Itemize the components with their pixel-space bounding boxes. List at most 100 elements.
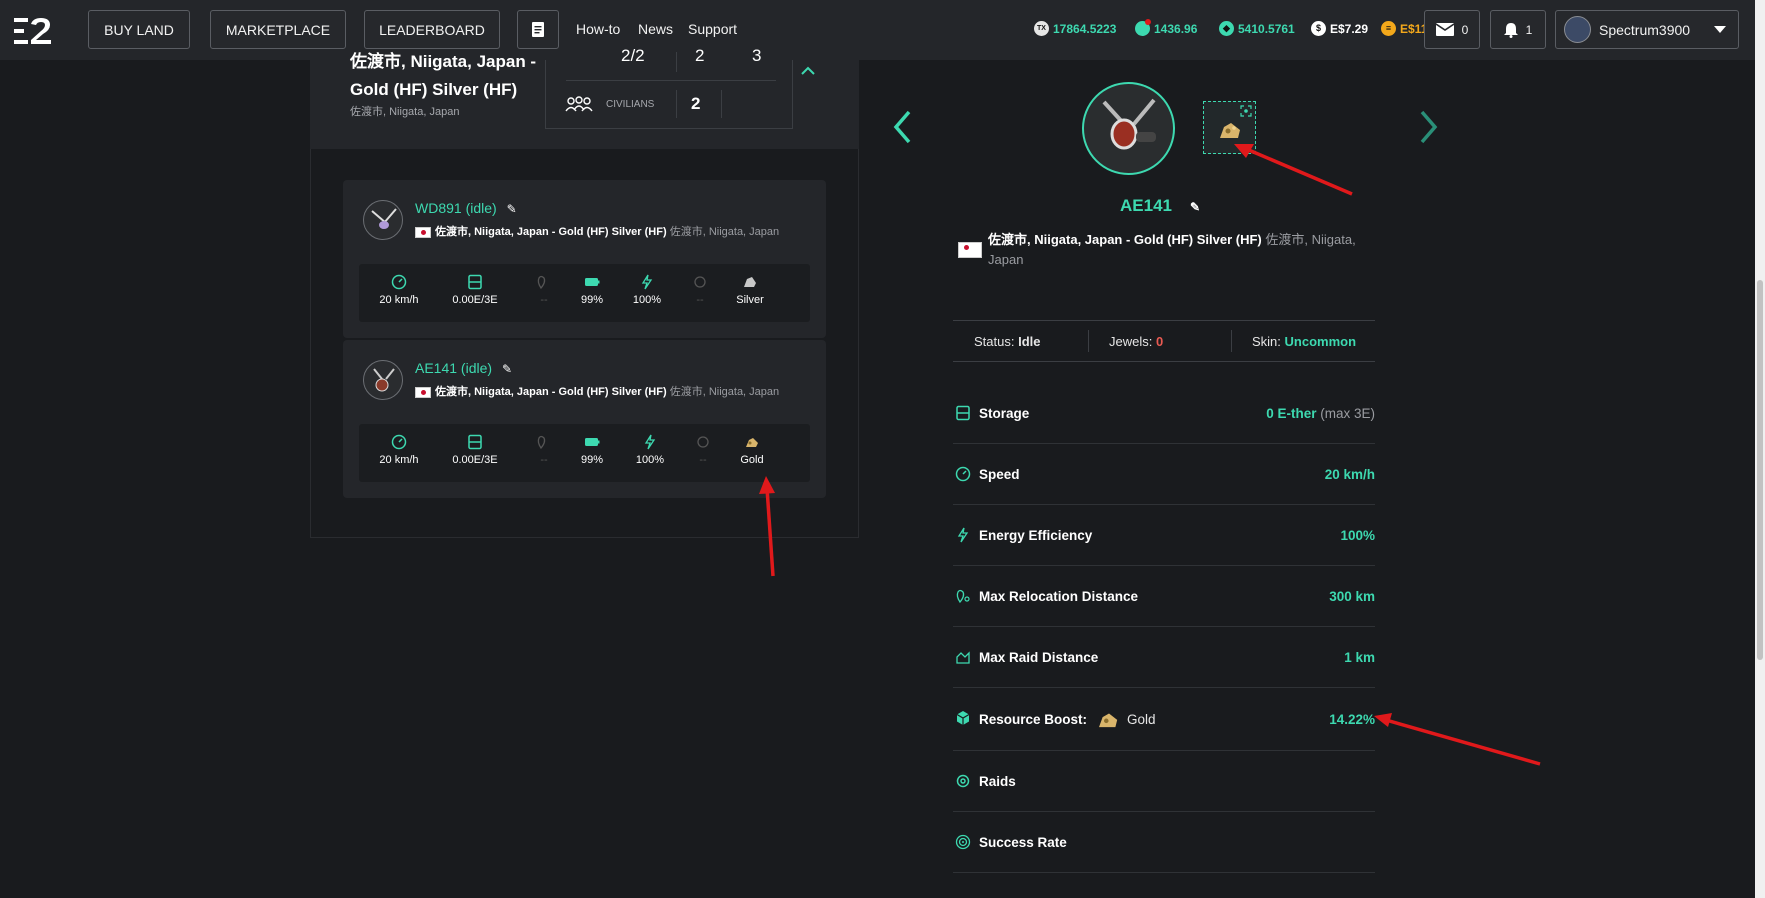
chevron-right-icon[interactable] — [1420, 110, 1438, 144]
stat-resource-value: Gold — [740, 454, 764, 466]
unit-location-main: 佐渡市, Niigata, Japan - Gold (HF) Silver (… — [435, 226, 667, 238]
land-stats-box: 2/2 2 3 CIVILIANS 2 — [545, 46, 793, 129]
stat-speed: 20 km/h — [369, 264, 429, 322]
leaderboard-button[interactable]: LEADERBOARD — [364, 10, 500, 49]
energy-icon — [641, 274, 653, 290]
unit-avatar — [363, 360, 403, 400]
row-label: Success Rate — [979, 834, 1067, 850]
chevron-up-icon[interactable] — [801, 66, 815, 75]
chevron-left-icon[interactable] — [893, 110, 911, 144]
land-subtitle: 佐渡市, Niigata, Japan — [350, 106, 460, 118]
buy-land-button[interactable]: BUY LAND — [88, 10, 190, 49]
battery-icon — [585, 278, 600, 286]
notification-count: 1 — [1525, 22, 1533, 37]
wallet-green[interactable]: ◆ 5410.5761 — [1219, 21, 1295, 36]
document-icon — [532, 22, 544, 37]
row-label: Max Relocation Distance — [979, 588, 1139, 604]
drone-icon — [371, 208, 397, 229]
location-pin-icon — [537, 275, 546, 290]
howto-link[interactable]: How-to — [576, 21, 620, 37]
stat-storage: 0.00E/3E — [442, 264, 508, 322]
unit-stats-bar: 20 km/h 0.00E/3E -- 99% 100% -- Silver — [359, 264, 810, 322]
unit-card-ae141[interactable]: AE141 (idle) ✎ 佐渡市, Niigata, Japan - Gol… — [343, 340, 826, 498]
wallet-badge[interactable]: 1436.96 — [1135, 19, 1197, 36]
user-menu[interactable]: Spectrum3900 — [1555, 10, 1739, 49]
stat-relocation-value: -- — [540, 454, 548, 466]
unit-location: 佐渡市, Niigata, Japan - Gold (HF) Silver (… — [415, 383, 779, 399]
unit-detail-name: AE141 ✎ — [1120, 196, 1200, 216]
unit-name: WD891 (idle) — [415, 200, 497, 216]
speedometer-icon — [955, 466, 971, 482]
status-row: Status: Idle Jewels: 0 Skin: Uncommon — [953, 320, 1375, 362]
edit-pencil-icon[interactable]: ✎ — [502, 362, 512, 376]
stat-speed-value: 20 km/h — [379, 454, 419, 466]
stat-efficiency-value: 100% — [632, 294, 662, 306]
gold-ore-icon — [1220, 123, 1240, 138]
unit-name-link[interactable]: AE141 (idle) ✎ — [415, 360, 512, 376]
stat-battery: 99% — [562, 264, 622, 322]
stat-efficiency-value: 100% — [635, 454, 665, 466]
row-label: Storage — [979, 405, 1030, 421]
unit-detail-location-main: 佐渡市, Niigata, Japan - Gold (HF) Silver (… — [988, 232, 1262, 247]
skin-item: Skin: Uncommon — [1252, 334, 1356, 349]
gold-coin-icon: ≡ — [1381, 21, 1396, 36]
wallet-dollar[interactable]: $ E$7.29 — [1311, 21, 1368, 36]
jewels-label: Jewels: — [1109, 333, 1153, 349]
row-label: Energy Efficiency — [979, 527, 1093, 543]
skin-label: Skin: — [1252, 333, 1281, 349]
unit-detail-location: 佐渡市, Niigata, Japan - Gold (HF) Silver (… — [988, 230, 1388, 270]
speedometer-icon — [391, 274, 407, 290]
raid-icon — [694, 276, 706, 288]
row-value: 0 E-ther — [1266, 405, 1317, 421]
wallet-tx-value: 17864.5223 — [1053, 21, 1117, 36]
edit-pencil-icon[interactable]: ✎ — [507, 202, 517, 216]
row-label: Max Raid Distance — [979, 649, 1099, 665]
row-value: 14.22% — [1329, 711, 1375, 727]
unit-location-main: 佐渡市, Niigata, Japan - Gold (HF) Silver (… — [435, 386, 667, 398]
battery-icon — [585, 438, 600, 446]
gold-ore-icon — [746, 438, 758, 447]
speedometer-icon — [391, 434, 407, 450]
raid-icon — [697, 436, 709, 448]
unit-name-link[interactable]: WD891 (idle) ✎ — [415, 200, 517, 216]
unit-detail-avatar — [1082, 82, 1175, 175]
japan-flag-icon — [415, 226, 431, 238]
row-value: 300 km — [1329, 588, 1375, 604]
gold-ore-icon — [1099, 713, 1118, 728]
e2-logo[interactable] — [14, 16, 54, 46]
notifications-button[interactable]: 1 — [1490, 10, 1546, 49]
stat-third: 3 — [752, 46, 762, 65]
mail-button[interactable]: 0 — [1424, 10, 1480, 49]
unit-location-sub: 佐渡市, Niigata, Japan — [669, 226, 780, 238]
drone-icon — [373, 368, 395, 392]
green-coin-icon: ◆ — [1219, 21, 1234, 36]
civilians-icon — [565, 96, 593, 112]
unit-location: 佐渡市, Niigata, Japan - Gold (HF) Silver (… — [415, 223, 779, 239]
status-value: Idle — [1018, 333, 1041, 349]
top-navigation-bar: BUY LAND MARKETPLACE LEADERBOARD How-to … — [0, 0, 1755, 60]
document-icon-button[interactable] — [517, 10, 559, 49]
unit-detail-name-text: AE141 — [1120, 196, 1172, 215]
silver-ore-icon — [744, 277, 756, 287]
scrollbar-thumb[interactable] — [1757, 280, 1763, 660]
location-pin-icon — [956, 589, 970, 604]
jewels-item: Jewels: 0 — [1109, 334, 1231, 349]
civilians-count: 2 — [691, 94, 701, 113]
wallet-tx[interactable]: TX 17864.5223 — [1034, 21, 1116, 36]
status-item: Status: Idle — [974, 334, 1088, 349]
annotation-arrow-gold-resource — [759, 476, 775, 577]
jewels-value: 0 — [1155, 333, 1164, 349]
row-label: Speed — [979, 466, 1020, 482]
detail-row-storage: Storage 0 E-ther (max 3E) — [953, 383, 1375, 444]
news-link[interactable]: News — [638, 21, 673, 37]
unit-avatar — [363, 200, 403, 240]
storage-icon — [468, 274, 482, 290]
unit-card-wd891[interactable]: WD891 (idle) ✎ 佐渡市, Niigata, Japan - Gol… — [343, 180, 826, 338]
detail-row-resource-boost: Resource Boost: Gold 14.22% — [953, 688, 1375, 751]
edit-pencil-icon[interactable]: ✎ — [1190, 200, 1200, 214]
civilians-label: CIVILIANS — [606, 99, 655, 110]
stat-speed-value: 20 km/h — [379, 294, 419, 306]
support-link[interactable]: Support — [688, 21, 737, 37]
detail-row-success-rate: Success Rate — [953, 812, 1375, 873]
marketplace-button[interactable]: MARKETPLACE — [210, 10, 346, 49]
